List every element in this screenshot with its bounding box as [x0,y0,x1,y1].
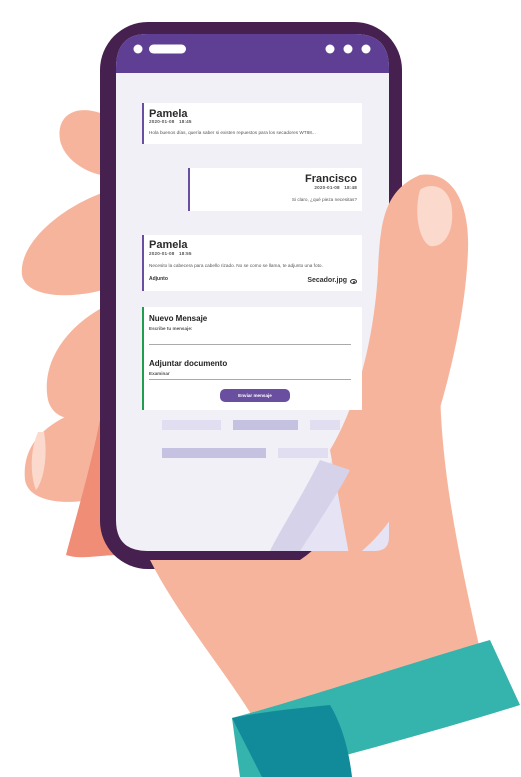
file-input[interactable] [149,379,351,380]
eye-icon[interactable] [350,279,357,284]
message-card: Francisco 2020-01-08 18:48 Si claro, ¿qu… [188,168,362,211]
message-date-value: 2020-01-08 [149,251,175,256]
message-input[interactable] [149,344,351,345]
attach-title: Adjuntar documento [149,359,228,368]
attachment-file-link[interactable]: Secador.jpg [307,277,347,284]
message-date-value: 2020-01-08 [314,185,340,190]
message-date: 2020-01-08 18:45 [149,119,192,124]
message-date-value: 2020-01-08 [149,119,175,124]
message-time: 18:48 [344,185,357,190]
send-message-button[interactable]: Enviar mensaje [220,389,290,402]
message-date: 2020-01-08 18:55 [149,251,192,256]
message-text: Necesito la cabecera para cabello rizado… [149,263,323,268]
new-message-form: Nuevo Mensaje Escribe tu mensaje: Adjunt… [142,307,362,410]
message-card: Pamela 2020-01-08 18:55 Necesito la cabe… [142,235,362,291]
sender-name: Francisco [305,173,357,185]
message-date: 2020-01-08 18:48 [314,185,357,190]
message-label: Escribe tu mensaje: [149,326,193,331]
message-text: Hola buenos días, quería saber si existe… [149,130,316,135]
message-card: Pamela 2020-01-08 18:45 Hola buenos días… [142,103,362,144]
attachment-label: Adjunto [149,276,168,282]
form-title: Nuevo Mensaje [149,314,208,323]
message-time: 18:45 [178,119,192,124]
message-text: Si claro, ¿qué pieza necesitas? [291,197,357,202]
message-time: 18:55 [178,251,192,256]
browse-label[interactable]: Examinar [149,371,170,376]
chat-screen: Pamela 2020-01-08 18:45 Hola buenos días… [0,0,521,777]
sender-name: Pamela [149,239,188,251]
